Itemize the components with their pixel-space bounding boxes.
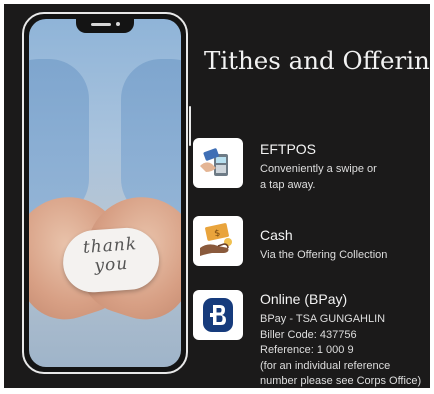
online-bpay-title: Online (BPay) xyxy=(260,291,348,307)
tithes-offering-graphic: thank you Tithes and Offering EFTPOS Con… xyxy=(4,4,430,388)
page-title: Tithes and Offering xyxy=(204,46,430,75)
online-bpay-info: Online (BPay) BPay - TSA GUNGAHLIN Bille… xyxy=(260,291,428,388)
phone-mockup: thank you xyxy=(22,12,191,374)
phone-side-button xyxy=(188,106,191,146)
bpay-detail-line: Biller Code: 437756 xyxy=(260,328,357,341)
left-sleeve xyxy=(29,59,89,219)
cash-hand-icon: $ xyxy=(193,216,243,266)
bpay-detail-line: number please see Corps Office) xyxy=(260,375,422,387)
eftpos-title: EFTPOS xyxy=(260,141,317,157)
camera-icon xyxy=(116,22,120,26)
cash-description-line: Via the Offering Collection xyxy=(260,249,388,261)
bpay-detail-line: (for an individual reference xyxy=(260,359,391,372)
phone-notch xyxy=(76,19,134,33)
bpay-detail-line: Reference: 1 000 9 xyxy=(260,344,354,356)
thank-you-text: thank you xyxy=(62,234,160,279)
cash-info: Cash Via the Offering Collection xyxy=(260,227,428,264)
eftpos-description-line: a tap away. xyxy=(260,178,316,191)
speaker-icon xyxy=(91,23,111,26)
phone-screen-photo: thank you xyxy=(29,19,181,367)
bpay-detail-line: BPay - TSA GUNGAHLIN xyxy=(260,313,386,325)
eftpos-info: EFTPOS Conveniently a swipe or a tap awa… xyxy=(260,141,428,193)
eftpos-description-line: Conveniently a swipe or xyxy=(260,163,377,175)
thank-you-heart-card: thank you xyxy=(60,225,162,295)
card-terminal-icon xyxy=(193,138,243,188)
right-sleeve xyxy=(121,59,181,219)
bpay-logo-icon xyxy=(193,290,243,340)
cash-title: Cash xyxy=(260,227,293,243)
